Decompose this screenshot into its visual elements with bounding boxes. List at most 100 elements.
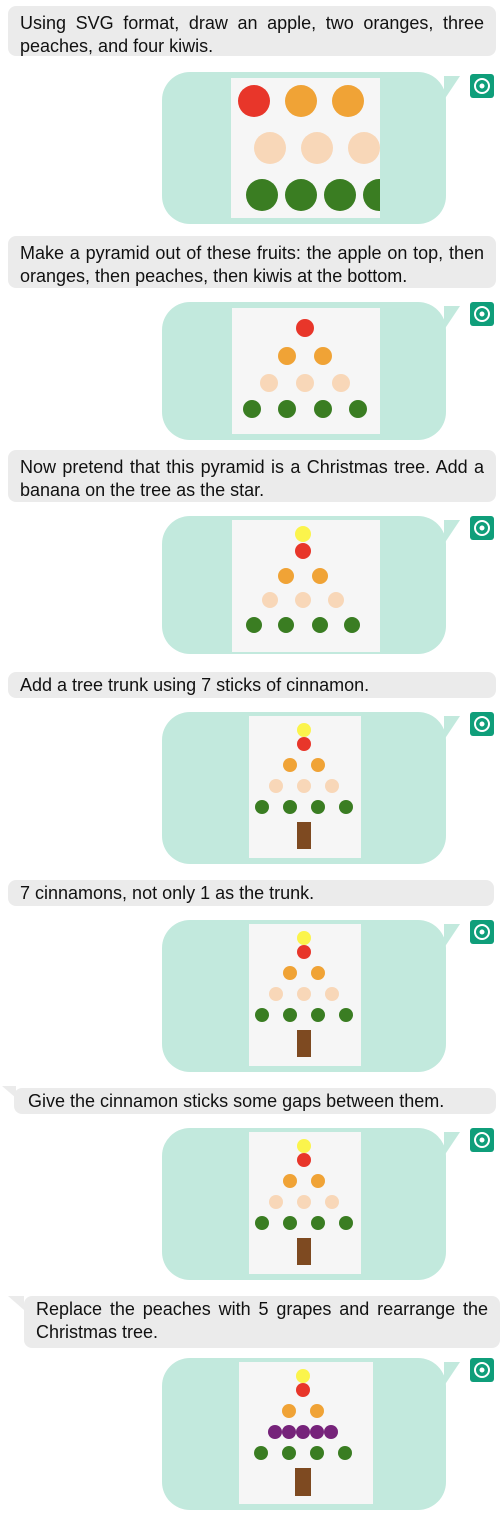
- cinnamon-trunk: [295, 1468, 311, 1496]
- kiwi: [363, 179, 380, 211]
- tree-with-grapes-svg: [254, 1369, 352, 1496]
- user-message: Using SVG format, draw an apple, two ora…: [8, 6, 496, 56]
- bubble-tail: [444, 716, 460, 740]
- orange: [283, 966, 297, 980]
- kiwi: [255, 1216, 269, 1230]
- peach: [296, 374, 314, 392]
- orange: [312, 568, 328, 584]
- orange: [314, 347, 332, 365]
- orange: [282, 1404, 296, 1418]
- kiwi: [344, 617, 360, 633]
- grape: [268, 1425, 282, 1439]
- peach: [262, 592, 278, 608]
- orange: [283, 1174, 297, 1188]
- fruits-grid-svg: [238, 85, 380, 211]
- user-message: Give the cinnamon sticks some gaps betwe…: [14, 1088, 496, 1114]
- apple: [295, 543, 311, 559]
- user-message: Replace the peaches with 5 grapes and re…: [24, 1296, 500, 1348]
- kiwi: [349, 400, 367, 418]
- banana-star: [295, 526, 311, 542]
- openai-logo-icon: [470, 74, 494, 98]
- kiwi: [312, 617, 328, 633]
- orange: [278, 568, 294, 584]
- svg-canvas: [232, 520, 380, 652]
- openai-logo-icon: [470, 1358, 494, 1382]
- tree-with-trunk-svg: [255, 1139, 353, 1265]
- openai-logo-icon: [470, 920, 494, 944]
- bubble-tail: [444, 520, 460, 544]
- tree-with-trunk-svg: [255, 931, 353, 1057]
- openai-logo-icon: [470, 516, 494, 540]
- banana-star: [297, 723, 311, 737]
- user-message-text: Replace the peaches with 5 grapes and re…: [36, 1299, 488, 1342]
- bubble-tail: [444, 1362, 460, 1386]
- kiwi: [338, 1446, 352, 1460]
- kiwi: [246, 617, 262, 633]
- bubble-tail: [8, 1296, 24, 1310]
- cinnamon-trunk: [297, 1030, 311, 1057]
- svg-canvas: [249, 924, 361, 1066]
- peach: [348, 132, 380, 164]
- user-message: Now pretend that this pyramid is a Chris…: [8, 450, 496, 502]
- bubble-tail: [444, 924, 460, 948]
- orange: [311, 1174, 325, 1188]
- kiwi: [282, 1446, 296, 1460]
- kiwi: [246, 179, 278, 211]
- kiwi: [314, 400, 332, 418]
- peach: [301, 132, 333, 164]
- peach: [332, 374, 350, 392]
- orange: [283, 758, 297, 772]
- grape: [296, 1425, 310, 1439]
- peach: [325, 1195, 339, 1209]
- peach: [254, 132, 286, 164]
- kiwi: [311, 1216, 325, 1230]
- user-message-text: Make a pyramid out of these fruits: the …: [20, 243, 484, 286]
- bubble-tail: [444, 1132, 460, 1156]
- peach: [328, 592, 344, 608]
- kiwi: [285, 179, 317, 211]
- banana-star: [297, 931, 311, 945]
- banana-star: [296, 1369, 310, 1383]
- openai-logo-icon: [470, 302, 494, 326]
- svg-canvas: [239, 1362, 373, 1504]
- svg-canvas: [249, 716, 361, 858]
- bubble-tail: [444, 306, 460, 330]
- orange: [311, 758, 325, 772]
- kiwi: [278, 400, 296, 418]
- user-message: Add a tree trunk using 7 sticks of cinna…: [8, 672, 496, 698]
- peach: [269, 1195, 283, 1209]
- grape: [324, 1425, 338, 1439]
- apple: [238, 85, 270, 117]
- apple: [297, 737, 311, 751]
- cinnamon-trunk: [297, 822, 311, 849]
- user-message-text: Now pretend that this pyramid is a Chris…: [20, 457, 484, 500]
- user-message-text: Give the cinnamon sticks some gaps betwe…: [28, 1091, 445, 1111]
- tree-with-trunk-svg: [255, 723, 353, 849]
- fruit-pyramid-svg: [243, 319, 367, 418]
- user-message: 7 cinnamons, not only 1 as the trunk.: [8, 880, 494, 906]
- kiwi: [324, 179, 356, 211]
- cinnamon-trunk: [297, 1238, 311, 1265]
- kiwi: [255, 800, 269, 814]
- apple: [296, 319, 314, 337]
- apple: [296, 1383, 310, 1397]
- peach: [297, 987, 311, 1001]
- kiwi: [283, 800, 297, 814]
- kiwi: [243, 400, 261, 418]
- orange: [278, 347, 296, 365]
- user-message-text: 7 cinnamons, not only 1 as the trunk.: [20, 883, 315, 903]
- kiwi: [339, 1216, 353, 1230]
- peach: [260, 374, 278, 392]
- kiwi: [283, 1008, 297, 1022]
- svg-canvas: [231, 78, 380, 218]
- kiwi: [255, 1008, 269, 1022]
- peach: [269, 779, 283, 793]
- peach: [269, 987, 283, 1001]
- banana-star: [297, 1139, 311, 1153]
- openai-logo-icon: [470, 1128, 494, 1152]
- apple: [297, 945, 311, 959]
- tree-with-banana-svg: [246, 526, 360, 633]
- peach: [297, 1195, 311, 1209]
- user-message: Make a pyramid out of these fruits: the …: [8, 236, 496, 288]
- orange: [310, 1404, 324, 1418]
